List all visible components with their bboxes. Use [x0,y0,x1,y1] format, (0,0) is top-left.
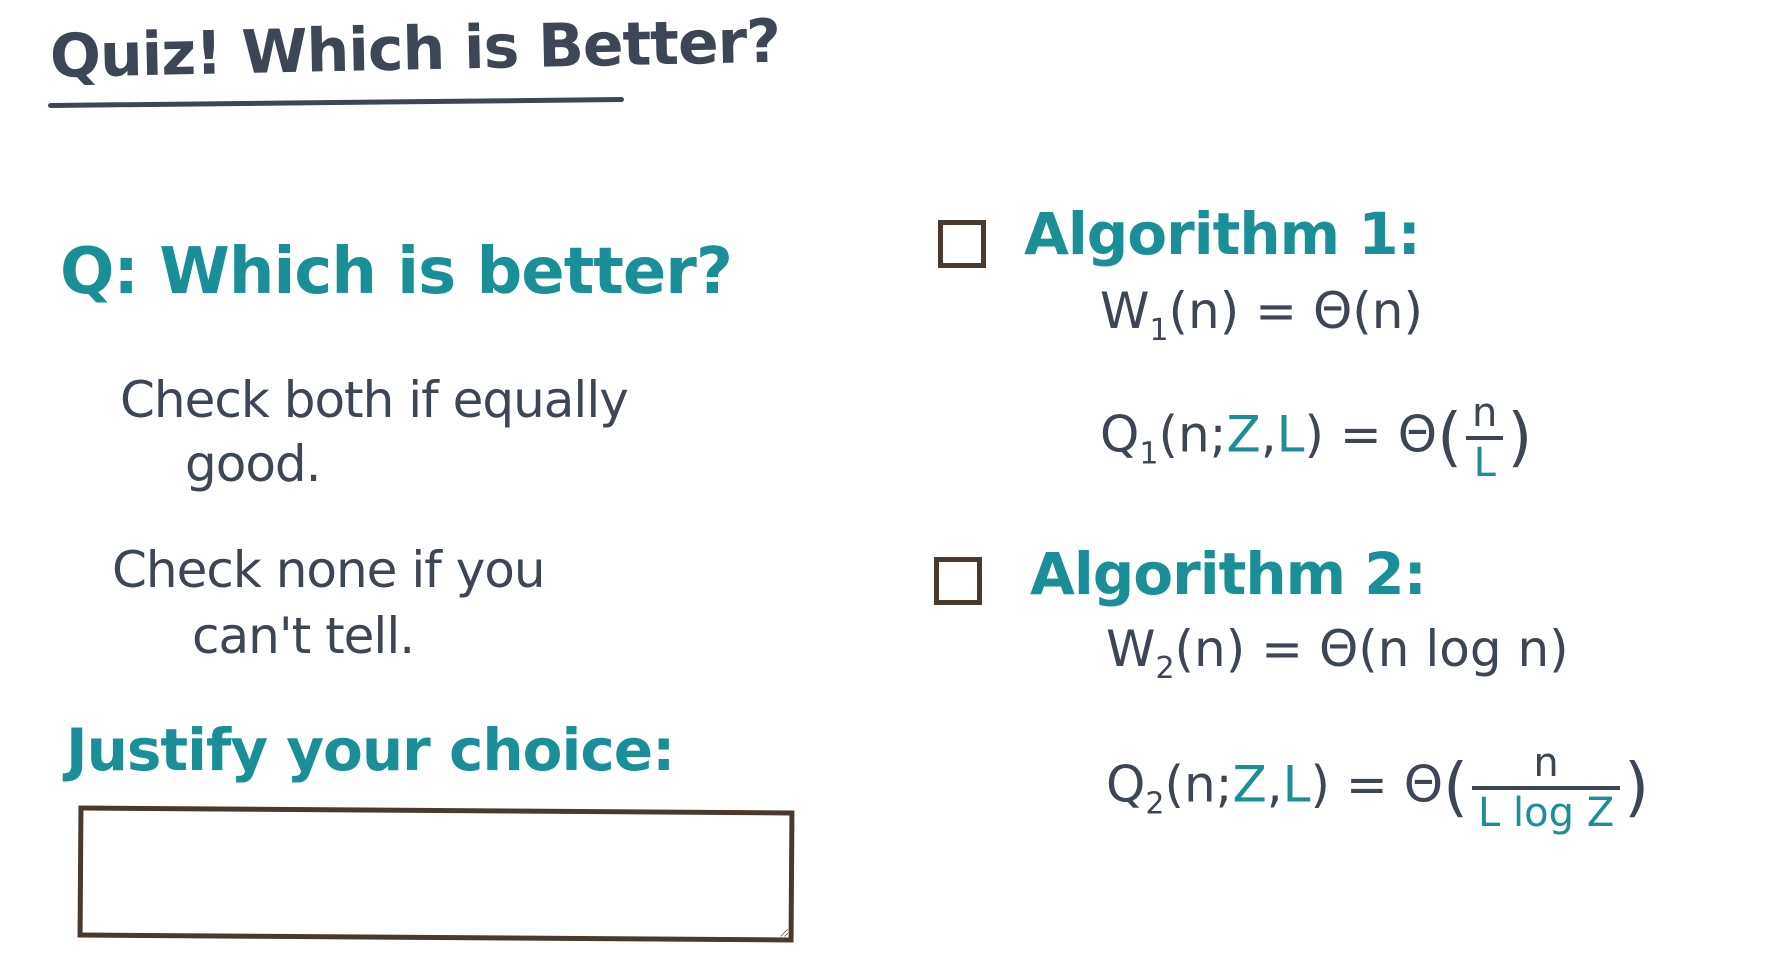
open-paren: ( [1437,401,1463,475]
algorithm-1-work-formula: W1(n) = Θ(n) [1100,282,1423,348]
work-argument: (n) = [1174,620,1319,678]
work-symbol: W [1106,620,1156,678]
work-bound: Θ(n log n) [1318,620,1569,678]
work-subscript: 2 [1155,651,1175,686]
hint-check-both-cont: good. [185,435,322,493]
cache-param-z: Z [1232,755,1267,814]
cache-fraction: nL log Z [1472,740,1621,836]
cache-param-z: Z [1226,405,1261,464]
algorithm-2-work-formula: W2(n) = Θ(n log n) [1106,620,1569,686]
cache-subscript: 2 [1145,786,1165,822]
title-underline [47,96,625,109]
algorithm-1-label: Algorithm 1: [1024,200,1421,268]
work-subscript: 1 [1149,313,1169,348]
page-title: Quiz! Which is Better? [49,6,781,92]
hint-check-none: Check none if you [112,541,546,599]
cache-param-l: L [1282,755,1311,814]
question-heading: Q: Which is better? [60,235,733,309]
cache-close: ) = Θ [1310,755,1444,814]
hint-check-both: Check both if equally [120,371,629,429]
cache-subscript: 1 [1139,436,1159,472]
cache-fraction: nL [1466,390,1504,486]
justify-input[interactable] [77,805,795,943]
algorithm-2-cache-formula: Q2(n;Z,L) = Θ(n L log Z) [1106,740,1649,836]
work-bound: Θ(n) [1312,282,1423,340]
work-argument: (n) = [1168,282,1313,340]
algorithm-2-label: Algorithm 2: [1030,540,1427,608]
justify-label: Justify your choice: [66,716,675,784]
cache-open: (n; [1164,755,1233,814]
cache-comma: , [1260,405,1277,464]
algorithm-1-checkbox[interactable] [938,220,986,268]
open-paren: ( [1443,751,1469,825]
cache-symbol: Q [1100,405,1140,464]
cache-close: ) = Θ [1304,405,1438,464]
close-paren: ) [1507,401,1533,475]
close-paren: ) [1624,751,1650,825]
cache-comma: , [1266,755,1283,814]
cache-param-l: L [1276,405,1305,464]
work-symbol: W [1100,282,1150,340]
algorithm-1-cache-formula: Q1(n;Z,L) = Θ(n L) [1100,390,1532,486]
fraction-denominator: L [1466,436,1504,486]
algorithm-2-checkbox[interactable] [934,557,982,605]
fraction-numerator: n [1472,390,1498,436]
fraction-denominator: L log Z [1472,786,1621,836]
fraction-numerator: n [1533,740,1559,786]
cache-open: (n; [1158,405,1227,464]
hint-check-none-cont: can't tell. [192,607,415,665]
cache-symbol: Q [1106,755,1146,814]
